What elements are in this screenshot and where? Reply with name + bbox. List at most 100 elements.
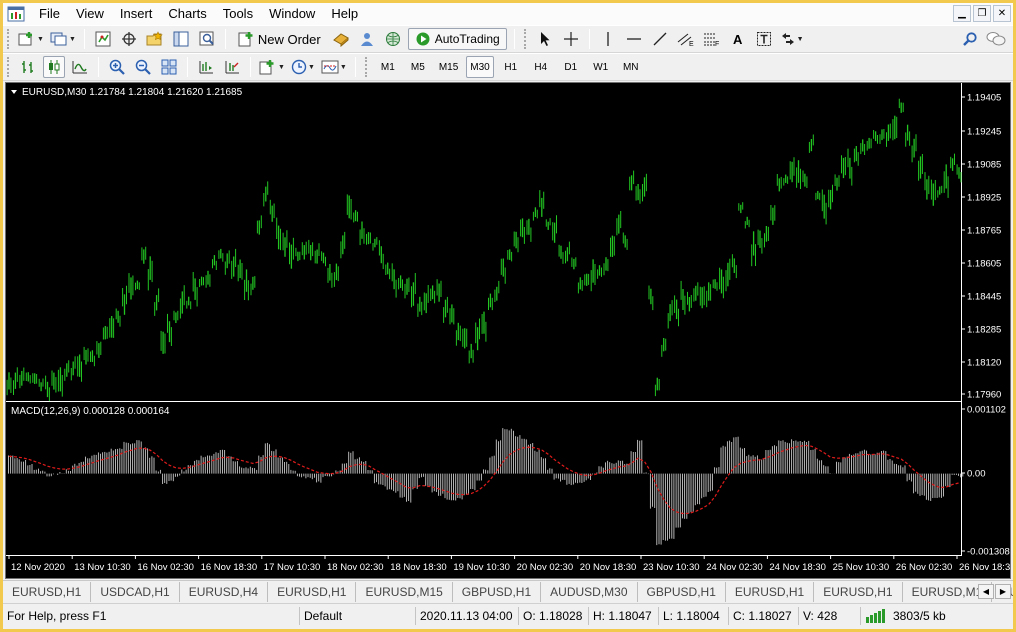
- strategy-tester-button[interactable]: [196, 28, 218, 50]
- templates-button[interactable]: ▼: [320, 56, 348, 78]
- toolbar-grip[interactable]: [364, 57, 369, 77]
- restore-button[interactable]: ❐: [973, 5, 991, 22]
- terminal-button[interactable]: [170, 28, 192, 50]
- menu-view[interactable]: View: [68, 3, 112, 25]
- menu-insert[interactable]: Insert: [112, 3, 161, 25]
- chart-tab[interactable]: EURUSD,H1: [3, 581, 92, 602]
- zoom-out-button[interactable]: [132, 56, 154, 78]
- price-tick-label: 1.19085: [967, 160, 1001, 171]
- chevron-down-icon: ▼: [68, 35, 76, 43]
- bar-chart-icon: [22, 61, 33, 73]
- fibonacci-button[interactable]: F: [701, 28, 723, 50]
- time-tick-label: 25 Nov 10:30: [833, 562, 890, 573]
- toolbar-grip[interactable]: [523, 29, 528, 49]
- timeframe-w1[interactable]: W1: [588, 56, 614, 78]
- restore-icon: ❐: [977, 7, 987, 19]
- indicators-icon: [259, 60, 274, 75]
- trendline-icon: [653, 32, 667, 46]
- timeframe-mn[interactable]: MN: [618, 56, 644, 78]
- menu-window[interactable]: Window: [261, 3, 323, 25]
- auto-scroll-button[interactable]: [221, 56, 243, 78]
- timeframe-m30[interactable]: M30: [466, 56, 494, 78]
- chevron-down-icon: ▼: [37, 35, 44, 43]
- minimize-button[interactable]: ▁: [953, 5, 971, 22]
- chevron-down-icon: ▼: [278, 63, 285, 71]
- market-watch-icon: [95, 31, 111, 47]
- profiles-button[interactable]: ▼: [49, 28, 77, 50]
- search-button[interactable]: [959, 28, 981, 50]
- signals-button[interactable]: [356, 28, 378, 50]
- navigator-button[interactable]: [144, 28, 166, 50]
- close-button[interactable]: ✕: [993, 5, 1011, 22]
- price-chart[interactable]: 1.19405 1.19245 1.19085 1.18925 1.18765 1.186…: [6, 83, 1010, 578]
- horizontal-line-button[interactable]: [623, 28, 645, 50]
- periods-button[interactable]: ▼: [290, 56, 316, 78]
- zoom-out-icon: [135, 59, 151, 75]
- vertical-line-button[interactable]: [597, 28, 619, 50]
- chart-tab[interactable]: EURUSD,H1: [268, 581, 357, 602]
- candlestick-button[interactable]: [43, 56, 65, 78]
- scroll-left-icon[interactable]: ◀: [978, 584, 994, 599]
- data-window-button[interactable]: [118, 28, 140, 50]
- chat-bubbles-icon: [986, 32, 1006, 46]
- toolbar-grip[interactable]: [7, 29, 11, 49]
- market-watch-button[interactable]: [92, 28, 114, 50]
- equidistant-channel-button[interactable]: E: [675, 28, 697, 50]
- menu-file[interactable]: File: [31, 3, 68, 25]
- price-tick-label: 1.19245: [967, 127, 1001, 138]
- search-icon: [963, 32, 977, 46]
- menu-charts[interactable]: Charts: [160, 3, 214, 25]
- indicators-button[interactable]: ▼: [258, 56, 286, 78]
- metaeditor-button[interactable]: [330, 28, 352, 50]
- chevron-down-icon: ▼: [307, 63, 315, 71]
- scroll-right-icon[interactable]: ▶: [995, 584, 1011, 599]
- macd-tick-label: 0.001102: [967, 405, 1006, 416]
- trendline-button[interactable]: [649, 28, 671, 50]
- chart-tab[interactable]: GBPUSD,H1: [638, 581, 726, 602]
- axes: 1.19405 1.19245 1.19085 1.18925 1.18765 1.186…: [8, 93, 1010, 573]
- arrows-button[interactable]: ▼: [779, 28, 805, 50]
- menu-tools[interactable]: Tools: [215, 3, 261, 25]
- chart-tab[interactable]: EURUSD,M15: [356, 581, 453, 602]
- timeframe-m1[interactable]: M1: [375, 56, 401, 78]
- time-tick-label: 20 Nov 02:30: [517, 562, 574, 573]
- text-label-button[interactable]: [753, 28, 775, 50]
- timeframe-h4[interactable]: H4: [528, 56, 554, 78]
- chat-button[interactable]: [985, 28, 1007, 50]
- chart-shift-button[interactable]: [195, 56, 217, 78]
- autotrading-icon: [416, 32, 430, 46]
- star-folder-icon: [146, 31, 163, 46]
- app-icon: [7, 6, 25, 22]
- text-tool-button[interactable]: A: [727, 28, 749, 50]
- new-chart-button[interactable]: ▼: [17, 28, 45, 50]
- time-tick-label: 19 Nov 10:30: [453, 562, 510, 573]
- chart-tab[interactable]: EURUSD,H1: [814, 581, 903, 602]
- connection-bars-icon: [866, 609, 885, 623]
- tile-windows-button[interactable]: [158, 56, 180, 78]
- chart-menu-triangle-icon[interactable]: [11, 90, 17, 94]
- crosshair-tool-button[interactable]: [560, 28, 582, 50]
- chart-tab[interactable]: USDCAD,H1: [91, 581, 180, 602]
- chart-tab[interactable]: EURUSD,H4: [180, 581, 269, 602]
- chart-window[interactable]: 1.19405 1.19245 1.19085 1.18925 1.18765 1.186…: [5, 82, 1011, 579]
- chart-tab[interactable]: EURUSD,H1: [726, 581, 815, 602]
- menu-help[interactable]: Help: [323, 3, 366, 25]
- cursor-arrow-icon: [540, 32, 550, 46]
- chevron-down-icon: ▼: [339, 63, 347, 71]
- status-profile[interactable]: Default: [299, 607, 415, 625]
- chart-tab[interactable]: AUDUSD,M30: [541, 581, 638, 602]
- timeframe-d1[interactable]: D1: [558, 56, 584, 78]
- new-order-button[interactable]: New Order: [233, 28, 326, 50]
- cursor-tool-button[interactable]: [534, 28, 556, 50]
- zoom-in-button[interactable]: [106, 56, 128, 78]
- market-button[interactable]: [382, 28, 404, 50]
- toolbar-grip[interactable]: [7, 57, 11, 77]
- timeframe-m5[interactable]: M5: [405, 56, 431, 78]
- bar-chart-button[interactable]: [17, 56, 39, 78]
- line-chart-button[interactable]: [69, 56, 91, 78]
- status-traffic[interactable]: 3803/5 kb: [860, 607, 1010, 625]
- autotrading-button[interactable]: AutoTrading: [407, 28, 507, 50]
- timeframe-m15[interactable]: M15: [435, 56, 462, 78]
- timeframe-h1[interactable]: H1: [498, 56, 524, 78]
- chart-tab[interactable]: GBPUSD,H1: [453, 581, 542, 602]
